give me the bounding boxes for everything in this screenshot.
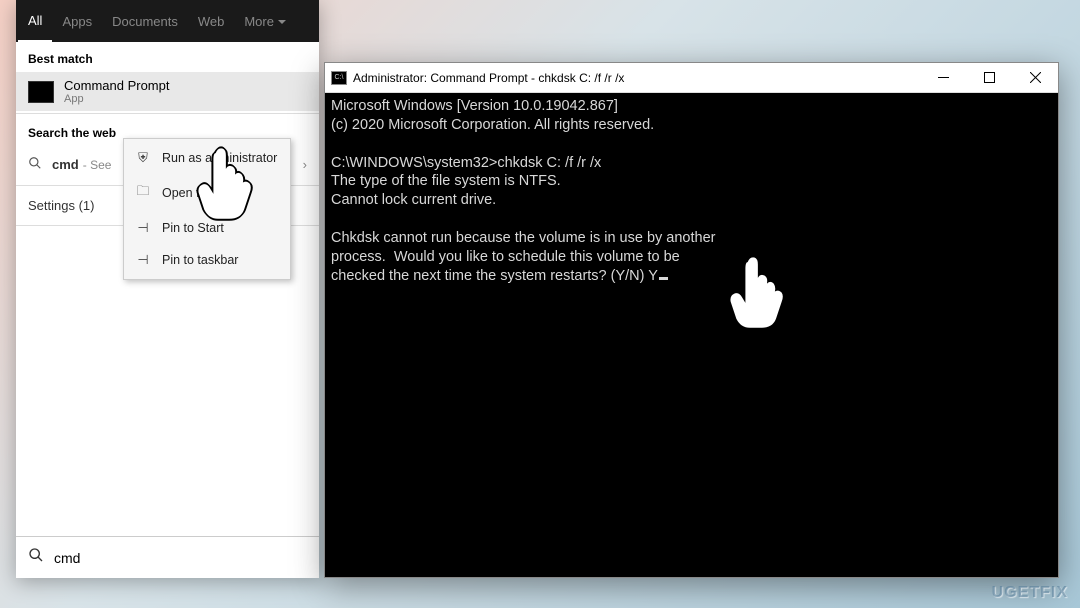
pin-icon: ⊣	[134, 220, 152, 236]
term-line: process. Would you like to schedule this…	[331, 249, 680, 265]
best-match-result[interactable]: Command Prompt App	[16, 72, 319, 111]
tab-documents[interactable]: Documents	[102, 2, 188, 41]
best-match-header: Best match	[16, 42, 319, 72]
search-icon	[28, 547, 44, 568]
term-line: Chkdsk cannot run because the volume is …	[331, 230, 715, 246]
window-title: Administrator: Command Prompt - chkdsk C…	[353, 71, 624, 85]
result-title: Command Prompt	[64, 78, 169, 93]
maximize-button[interactable]	[966, 63, 1012, 93]
tab-web[interactable]: Web	[188, 2, 235, 41]
admin-icon: ⛨	[134, 150, 152, 166]
term-line: (c) 2020 Microsoft Corporation. All righ…	[331, 117, 654, 133]
search-box[interactable]	[16, 536, 319, 578]
separator	[16, 113, 319, 114]
command-prompt-window: C:\ Administrator: Command Prompt - chkd…	[324, 62, 1059, 578]
pin-icon: ⊣	[134, 252, 152, 268]
window-buttons	[920, 63, 1058, 93]
titlebar[interactable]: C:\ Administrator: Command Prompt - chkd…	[325, 63, 1058, 93]
start-search-panel: All Apps Documents Web More Best match C…	[16, 0, 319, 578]
cursor-icon	[659, 277, 668, 280]
tab-more[interactable]: More	[234, 2, 296, 41]
hand-cursor-icon	[725, 253, 793, 332]
tab-all[interactable]: All	[18, 1, 52, 42]
ctx-pin-to-taskbar[interactable]: ⊣ Pin to taskbar	[124, 244, 290, 276]
result-subtitle: App	[64, 93, 169, 105]
cmd-icon	[28, 81, 54, 103]
ctx-label: Pin to taskbar	[162, 253, 238, 267]
web-query: cmd	[52, 157, 79, 172]
hand-cursor-icon	[193, 144, 261, 223]
search-input[interactable]	[54, 550, 307, 566]
term-line: Cannot lock current drive.	[331, 192, 496, 208]
web-hint: - See	[83, 158, 112, 172]
terminal-output[interactable]: Microsoft Windows [Version 10.0.19042.86…	[325, 93, 1058, 577]
tab-apps[interactable]: Apps	[52, 2, 102, 41]
term-line: The type of the file system is NTFS.	[331, 173, 561, 189]
term-line: C:\WINDOWS\system32>chkdsk C: /f /r /x	[331, 155, 601, 171]
watermark: UGETFIX	[992, 584, 1068, 602]
cmd-titlebar-icon: C:\	[331, 71, 347, 85]
term-line: Microsoft Windows [Version 10.0.19042.86…	[331, 98, 618, 114]
folder-icon: 🗀	[134, 182, 152, 204]
search-tabs: All Apps Documents Web More	[16, 0, 319, 42]
search-icon	[28, 156, 42, 173]
term-line: checked the next time the system restart…	[331, 268, 658, 284]
result-text: Command Prompt App	[64, 78, 169, 105]
close-button[interactable]	[1012, 63, 1058, 93]
chevron-right-icon: ›	[303, 157, 307, 172]
minimize-button[interactable]	[920, 63, 966, 93]
